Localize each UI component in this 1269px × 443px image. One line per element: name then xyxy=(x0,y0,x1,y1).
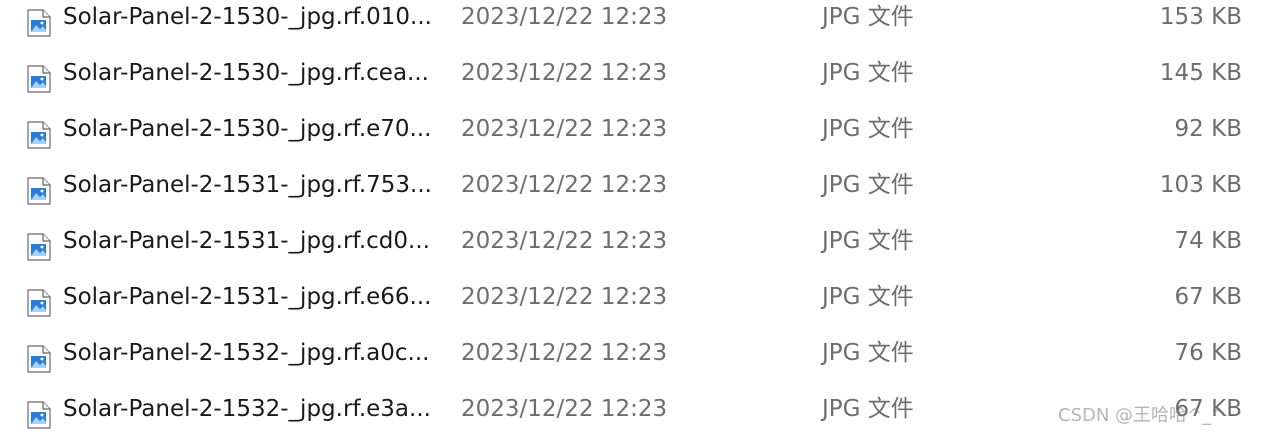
image-file-icon xyxy=(27,345,51,373)
file-name[interactable]: Solar-Panel-2-1530-_jpg.rf.e70... xyxy=(63,114,432,144)
file-type: JPG 文件 xyxy=(822,284,914,310)
file-size: 103 KB xyxy=(1159,172,1242,198)
file-row[interactable]: Solar-Panel-2-1531-_jpg.rf.753... 2023/1… xyxy=(0,163,1269,219)
file-name[interactable]: Solar-Panel-2-1531-_jpg.rf.cd0... xyxy=(63,226,430,256)
file-row[interactable]: Solar-Panel-2-1530-_jpg.rf.cea... 2023/1… xyxy=(0,51,1269,107)
file-type: JPG 文件 xyxy=(822,60,914,86)
file-name[interactable]: Solar-Panel-2-1532-_jpg.rf.a0c... xyxy=(63,338,429,368)
file-type: JPG 文件 xyxy=(822,4,914,30)
file-type: JPG 文件 xyxy=(822,228,914,254)
file-row[interactable]: Solar-Panel-2-1530-_jpg.rf.e70... 2023/1… xyxy=(0,107,1269,163)
file-row[interactable]: Solar-Panel-2-1531-_jpg.rf.e66... 2023/1… xyxy=(0,275,1269,331)
file-size: 67 KB xyxy=(1174,284,1242,310)
file-name[interactable]: Solar-Panel-2-1531-_jpg.rf.753... xyxy=(63,170,432,200)
file-size: 153 KB xyxy=(1159,4,1242,30)
image-file-icon xyxy=(27,233,51,261)
image-file-icon xyxy=(27,177,51,205)
file-date-modified: 2023/12/22 12:23 xyxy=(461,4,668,30)
file-date-modified: 2023/12/22 12:23 xyxy=(461,60,668,86)
image-file-icon xyxy=(27,289,51,317)
file-row[interactable]: Solar-Panel-2-1531-_jpg.rf.cd0... 2023/1… xyxy=(0,219,1269,275)
file-date-modified: 2023/12/22 12:23 xyxy=(461,340,668,366)
image-file-icon xyxy=(27,121,51,149)
image-file-icon xyxy=(27,9,51,37)
file-type: JPG 文件 xyxy=(822,116,914,142)
file-date-modified: 2023/12/22 12:23 xyxy=(461,172,668,198)
file-size: 92 KB xyxy=(1174,116,1242,142)
image-file-icon xyxy=(27,401,51,429)
file-size: 76 KB xyxy=(1174,340,1242,366)
file-row[interactable]: Solar-Panel-2-1530-_jpg.rf.010... 2023/1… xyxy=(0,0,1269,51)
file-name[interactable]: Solar-Panel-2-1530-_jpg.rf.cea... xyxy=(63,58,429,88)
file-type: JPG 文件 xyxy=(822,172,914,198)
file-date-modified: 2023/12/22 12:23 xyxy=(461,284,668,310)
file-list: Solar-Panel-2-1530-_jpg.rf.010... 2023/1… xyxy=(0,0,1269,439)
file-date-modified: 2023/12/22 12:23 xyxy=(461,396,668,422)
file-name[interactable]: Solar-Panel-2-1532-_jpg.rf.e3a... xyxy=(63,394,431,424)
file-type: JPG 文件 xyxy=(822,396,914,422)
file-date-modified: 2023/12/22 12:23 xyxy=(461,116,668,142)
file-size: 145 KB xyxy=(1159,60,1242,86)
file-type: JPG 文件 xyxy=(822,340,914,366)
file-name[interactable]: Solar-Panel-2-1531-_jpg.rf.e66... xyxy=(63,282,432,312)
image-file-icon xyxy=(27,65,51,93)
file-row[interactable]: Solar-Panel-2-1532-_jpg.rf.a0c... 2023/1… xyxy=(0,331,1269,387)
file-date-modified: 2023/12/22 12:23 xyxy=(461,228,668,254)
watermark: CSDN @王哈哈^_^ xyxy=(1058,405,1227,426)
file-name[interactable]: Solar-Panel-2-1530-_jpg.rf.010... xyxy=(63,2,432,32)
file-size: 74 KB xyxy=(1174,228,1242,254)
